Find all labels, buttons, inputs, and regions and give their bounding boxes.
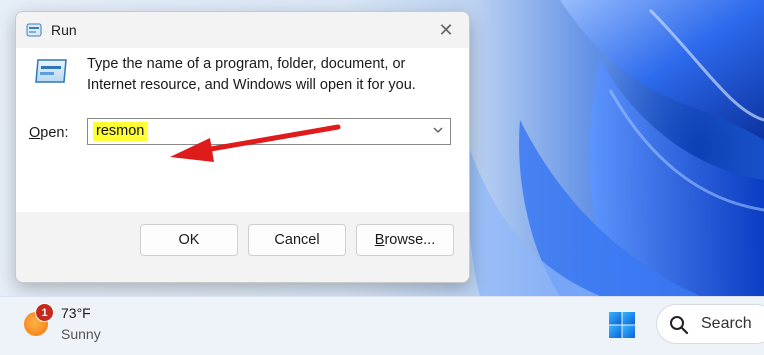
- notification-badge: 1: [35, 303, 54, 322]
- open-label: Open:: [29, 125, 69, 141]
- taskbar: 1 73°F Sunny Search: [0, 296, 764, 355]
- run-dialog: Run ✕ Type the name of a program, folder…: [15, 11, 470, 283]
- open-combobox[interactable]: resmon: [87, 118, 451, 145]
- open-input-value[interactable]: resmon: [93, 122, 148, 141]
- dialog-title: Run: [51, 22, 77, 38]
- search-label: Search: [701, 315, 752, 332]
- weather-condition[interactable]: Sunny: [61, 326, 101, 342]
- open-label-accel: O: [29, 125, 41, 141]
- windows-start-icon[interactable]: [608, 311, 636, 339]
- title-bar[interactable]: Run ✕: [16, 12, 469, 48]
- browse-label-rest: rowse...: [384, 232, 436, 248]
- dialog-description: Type the name of a program, folder, docu…: [87, 56, 416, 93]
- browse-button[interactable]: Browse...: [356, 224, 454, 256]
- dialog-button-bar: OK Cancel Browse...: [16, 212, 469, 282]
- search-icon: [670, 316, 689, 335]
- browse-accel: B: [374, 232, 385, 248]
- ok-button[interactable]: OK: [140, 224, 238, 256]
- dialog-content: Type the name of a program, folder, docu…: [16, 48, 469, 212]
- weather-temperature[interactable]: 73°F: [61, 305, 91, 321]
- run-icon: [26, 23, 42, 37]
- open-label-rest: pen:: [40, 125, 69, 141]
- close-icon: ✕: [438, 19, 454, 40]
- close-button[interactable]: ✕: [423, 12, 469, 48]
- run-icon: [35, 59, 67, 83]
- chevron-down-icon[interactable]: [432, 124, 444, 136]
- cancel-button[interactable]: Cancel: [248, 224, 346, 256]
- taskbar-search-box[interactable]: Search: [656, 304, 764, 344]
